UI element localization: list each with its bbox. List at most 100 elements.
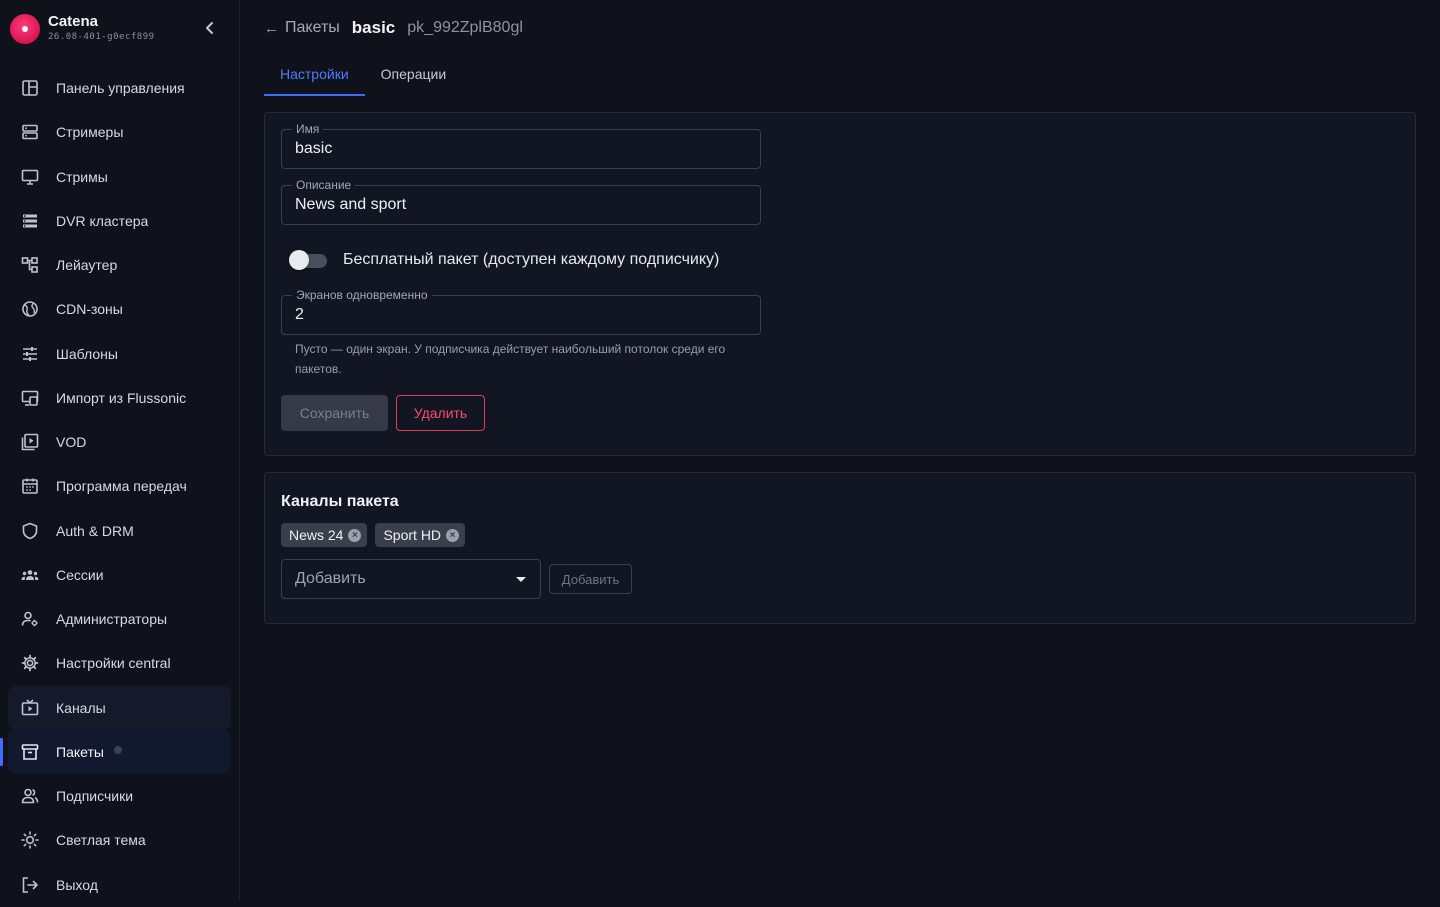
sidebar-item-streams[interactable]: Стримы bbox=[8, 155, 231, 199]
sidebar-item-label: Стримеры bbox=[56, 124, 124, 141]
description-field-value: News and sport bbox=[295, 196, 407, 213]
sidebar-item-label: Администраторы bbox=[56, 611, 168, 628]
sidebar-item-cdn-zones[interactable]: CDN-зоны bbox=[8, 287, 231, 331]
sidebar-item-label: DVR кластера bbox=[56, 212, 149, 229]
logout-icon bbox=[20, 875, 40, 895]
sidebar-item-streamers[interactable]: Стримеры bbox=[8, 110, 231, 154]
save-button[interactable]: Сохранить bbox=[281, 395, 388, 431]
collapse-sidebar-button[interactable] bbox=[200, 18, 220, 38]
sidebar-item-central-settings[interactable]: Настройки central bbox=[8, 641, 231, 685]
gear-icon bbox=[20, 653, 40, 673]
remove-chip-icon[interactable]: × bbox=[348, 528, 362, 542]
import-icon bbox=[20, 388, 40, 408]
sidebar-item-label: Настройки central bbox=[56, 655, 171, 672]
description-field[interactable]: Описание News and sport bbox=[281, 178, 761, 225]
sidebar-item-label: Панель управления bbox=[56, 80, 185, 97]
concurrent-screens-value: 2 bbox=[295, 306, 304, 323]
dashboard-icon bbox=[20, 78, 40, 98]
groups-icon bbox=[20, 565, 40, 585]
sidebar-item-label: Программа передач bbox=[56, 478, 187, 495]
page-title: basic bbox=[351, 18, 396, 37]
sidebar-item-label: Импорт из Flussonic bbox=[56, 389, 187, 406]
sidebar-item-sessions[interactable]: Сессии bbox=[8, 553, 231, 597]
channel-chip-label: Sport HD bbox=[383, 527, 442, 543]
sidebar-item-label: CDN-зоны bbox=[56, 301, 123, 318]
brand-version: 26.08-401-g0ecf899 bbox=[48, 32, 155, 42]
sidebar-item-templates[interactable]: Шаблоны bbox=[8, 332, 231, 376]
sun-icon bbox=[20, 830, 40, 850]
sidebar: Catena 26.08-401-g0ecf899 Панель управле… bbox=[0, 0, 240, 900]
channel-chip: Sport HD × bbox=[375, 523, 466, 547]
brand-logo bbox=[10, 14, 40, 44]
package-channels-card: Каналы пакета News 24 × Sport HD × Добав… bbox=[264, 472, 1416, 624]
sidebar-item-logout[interactable]: Выход bbox=[8, 863, 231, 907]
breadcrumb-parent: Пакеты bbox=[285, 19, 340, 36]
sidebar-item-label: Светлая тема bbox=[56, 832, 146, 849]
sidebar-item-label: Выход bbox=[56, 876, 98, 893]
shield-icon bbox=[20, 521, 40, 541]
free-package-toggle[interactable] bbox=[289, 247, 327, 273]
monitor-icon bbox=[20, 167, 40, 187]
sidebar-item-auth-drm[interactable]: Auth & DRM bbox=[8, 509, 231, 553]
sidebar-item-layouter[interactable]: Лейаутер bbox=[8, 243, 231, 287]
tab-settings[interactable]: Настройки bbox=[264, 52, 365, 96]
back-to-packages-link[interactable]: ← Пакеты bbox=[264, 19, 340, 37]
concurrent-screens-helper: Пусто — один экран. У подписчика действу… bbox=[295, 342, 726, 376]
sidebar-item-label: Пакеты bbox=[56, 743, 104, 760]
server-icon bbox=[20, 122, 40, 142]
sidebar-item-label: Стримы bbox=[56, 168, 108, 185]
sidebar-item-label: Шаблоны bbox=[56, 345, 118, 362]
sidebar-item-label: Auth & DRM bbox=[56, 522, 134, 539]
channel-chips: News 24 × Sport HD × bbox=[281, 523, 473, 547]
package-id: pk_992ZplB80gl bbox=[407, 19, 523, 36]
tabs: Настройки Операции bbox=[264, 52, 462, 96]
admin-icon bbox=[20, 609, 40, 629]
loading-dot-indicator bbox=[113, 745, 122, 754]
channel-chip-label: News 24 bbox=[289, 527, 344, 543]
concurrent-screens-field[interactable]: Экранов одновременно 2 bbox=[281, 288, 761, 335]
sidebar-item-administrators[interactable]: Администраторы bbox=[8, 597, 231, 641]
sidebar-item-subscribers[interactable]: Подписчики bbox=[8, 774, 231, 818]
toggle-thumb bbox=[289, 250, 309, 270]
brand-name: Catena bbox=[48, 13, 99, 30]
name-field-label: Имя bbox=[292, 122, 324, 136]
sidebar-item-label: Лейаутер bbox=[56, 257, 118, 274]
name-field[interactable]: Имя basic bbox=[281, 122, 761, 169]
channels-section-title: Каналы пакета bbox=[281, 493, 399, 510]
calendar-icon bbox=[20, 476, 40, 496]
package-icon bbox=[20, 742, 40, 762]
storage-icon bbox=[20, 211, 40, 231]
channel-chip: News 24 × bbox=[281, 523, 368, 547]
sliders-icon bbox=[20, 344, 40, 364]
package-settings-card: Имя basic Описание News and sport Беспла… bbox=[264, 112, 1416, 456]
sidebar-item-label: Подписчики bbox=[56, 788, 134, 805]
sidebar-item-vod[interactable]: VOD bbox=[8, 420, 231, 464]
delete-button[interactable]: Удалить bbox=[396, 395, 485, 431]
layout-tree-icon bbox=[20, 255, 40, 275]
tv-icon bbox=[20, 698, 40, 718]
sidebar-item-label: VOD bbox=[56, 434, 87, 451]
tab-operations[interactable]: Операции bbox=[365, 52, 463, 96]
concurrent-screens-label: Экранов одновременно bbox=[292, 288, 432, 302]
add-channel-button[interactable]: Добавить bbox=[549, 564, 632, 594]
sidebar-item-flussonic-import[interactable]: Импорт из Flussonic bbox=[8, 376, 231, 420]
remove-chip-icon[interactable]: × bbox=[446, 528, 460, 542]
people-icon bbox=[20, 786, 40, 806]
arrow-left-icon: ← bbox=[264, 19, 279, 37]
sidebar-item-dvr[interactable]: DVR кластера bbox=[8, 199, 231, 243]
sidebar-item-packages[interactable]: Пакеты bbox=[0, 729, 231, 774]
sidebar-item-light-theme[interactable]: Светлая тема bbox=[8, 818, 231, 862]
sidebar-item-tv-guide[interactable]: Программа передач bbox=[8, 464, 231, 508]
description-field-label: Описание bbox=[292, 178, 356, 192]
free-package-row: Бесплатный пакет (доступен каждому подпи… bbox=[289, 247, 719, 273]
sidebar-item-channels[interactable]: Каналы bbox=[8, 685, 231, 730]
chevron-left-icon bbox=[206, 22, 213, 34]
add-channel-select[interactable]: Добавить bbox=[281, 559, 541, 599]
breadcrumb: ← Пакеты basic pk_992ZplB80gl bbox=[264, 16, 523, 40]
free-package-label: Бесплатный пакет (доступен каждому подпи… bbox=[343, 251, 720, 268]
caret-down-icon bbox=[516, 577, 526, 582]
video-library-icon bbox=[20, 432, 40, 452]
main-content: ← Пакеты basic pk_992ZplB80gl Настройки … bbox=[240, 0, 1440, 900]
sidebar-item-dashboard[interactable]: Панель управления bbox=[8, 66, 231, 110]
brand: Catena 26.08-401-g0ecf899 bbox=[10, 12, 230, 46]
